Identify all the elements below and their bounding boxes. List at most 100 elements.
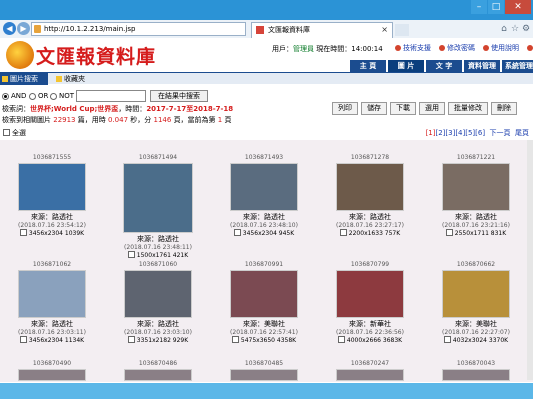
tab-system-management[interactable]: 系統管理 bbox=[502, 60, 533, 72]
image-card[interactable]: 1036871062 來源：路透社 (2018.07.16 23:03:11) 345… bbox=[8, 261, 96, 344]
support-link[interactable]: 技術支援 bbox=[395, 43, 431, 53]
image-card[interactable]: 1036871060 來源：路透社 (2018.07.16 23:03:10) 335… bbox=[114, 261, 202, 344]
new-tab-button[interactable] bbox=[395, 24, 409, 36]
image-thumbnail[interactable] bbox=[230, 270, 298, 318]
home-icon[interactable]: ⌂ bbox=[499, 24, 509, 34]
image-card[interactable]: 1036871493 來源：路透社 (2018.07.16 23:48:10) 345… bbox=[220, 154, 308, 237]
last-page-link[interactable]: 尾頁 bbox=[515, 129, 529, 137]
result-summary: 檢索到相關圖片 22913 篇，用時 0.047 秒，分 1146 頁，當前為第… bbox=[2, 116, 232, 124]
image-dimensions: 4000x2666 3683K bbox=[326, 336, 414, 344]
image-thumbnail[interactable] bbox=[230, 163, 298, 211]
favorites-folder-icon bbox=[56, 76, 62, 82]
image-select-checkbox[interactable] bbox=[443, 336, 451, 343]
image-thumbnail[interactable] bbox=[18, 270, 86, 318]
image-card[interactable]: 1036870486 bbox=[114, 360, 202, 381]
change-password-link[interactable]: 修改密碼 bbox=[439, 43, 475, 53]
image-select-checkbox[interactable] bbox=[445, 229, 453, 236]
image-select-checkbox[interactable] bbox=[127, 251, 135, 258]
image-source: 來源：美聯社 bbox=[243, 320, 285, 328]
maximize-button[interactable]: □ bbox=[488, 0, 504, 14]
image-card[interactable]: 1036870043 bbox=[432, 360, 520, 381]
gear-icon[interactable]: ⚙ bbox=[521, 24, 531, 34]
image-thumbnail[interactable] bbox=[18, 163, 86, 211]
forward-button[interactable]: ▶ bbox=[17, 22, 30, 35]
image-card[interactable]: 1036870662 來源：美聯社 (2018.07.16 22:27:07) 403… bbox=[432, 261, 520, 344]
image-thumbnail[interactable] bbox=[336, 163, 404, 211]
tab-text[interactable]: 文 字 bbox=[426, 60, 462, 72]
image-thumbnail[interactable] bbox=[442, 369, 510, 381]
page-link[interactable]: [2] bbox=[435, 129, 445, 137]
search-in-results-button[interactable]: 在結果中搜索 bbox=[150, 90, 208, 102]
image-card[interactable]: 1036870485 bbox=[220, 360, 308, 381]
image-select-checkbox[interactable] bbox=[337, 336, 345, 343]
browser-tab[interactable]: 文匯報資料庫 × bbox=[251, 22, 393, 38]
page-link[interactable]: [5] bbox=[465, 129, 475, 137]
minimize-button[interactable]: – bbox=[471, 0, 487, 14]
image-select-checkbox[interactable] bbox=[339, 229, 347, 236]
image-card[interactable]: 1036870247 bbox=[326, 360, 414, 381]
image-card[interactable]: 1036871221 來源：路透社 (2018.07.16 23:21:16) 255… bbox=[432, 154, 520, 237]
image-select-checkbox[interactable] bbox=[127, 336, 135, 343]
next-page-link[interactable]: 下一頁 bbox=[490, 129, 511, 137]
site-logo: 文匯報資料庫 bbox=[36, 46, 157, 68]
image-thumbnail[interactable] bbox=[124, 270, 192, 318]
tab-favicon-icon bbox=[256, 26, 264, 34]
image-thumbnail[interactable] bbox=[124, 369, 192, 381]
image-thumbnail[interactable] bbox=[123, 163, 193, 233]
image-card[interactable]: 1036871494 來源：路透社 (2018.07.16 23:48:11) 150… bbox=[114, 154, 202, 259]
radio-not[interactable] bbox=[50, 93, 57, 100]
subtab-favorites[interactable]: 收藏夾 bbox=[54, 73, 85, 85]
tab-data-management[interactable]: 資料管理 bbox=[464, 60, 500, 72]
image-select-checkbox[interactable] bbox=[233, 229, 241, 236]
image-select-checkbox[interactable] bbox=[231, 336, 239, 343]
image-card[interactable]: 1036870991 來源：美聯社 (2018.07.16 22:57:41) 547… bbox=[220, 261, 308, 344]
tab-close-icon[interactable]: × bbox=[381, 23, 388, 37]
page-scrollbar[interactable] bbox=[527, 140, 533, 380]
favorites-icon[interactable]: ☆ bbox=[510, 24, 520, 34]
radio-and[interactable] bbox=[2, 93, 9, 100]
select-all[interactable]: 全選 bbox=[3, 128, 26, 138]
delete-button[interactable]: 刪除 bbox=[491, 102, 517, 115]
image-thumbnail[interactable] bbox=[18, 369, 86, 381]
action-buttons: 列印 儲存 下載 選用 批量修改 刪除 bbox=[332, 102, 520, 115]
url-field[interactable]: http://10.1.2.213/main.jsp bbox=[31, 22, 246, 36]
image-card[interactable]: 1036870799 來源：新華社 (2018.07.16 22:36:56) 400… bbox=[326, 261, 414, 344]
tab-home[interactable]: 主 頁 bbox=[350, 60, 386, 72]
page-link[interactable]: [4] bbox=[455, 129, 465, 137]
search-input[interactable] bbox=[76, 90, 146, 102]
image-datetime: (2018.07.16 23:27:17) bbox=[336, 222, 404, 229]
image-source: 來源：美聯社 bbox=[455, 320, 497, 328]
address-bar: ◀ ▶ http://10.1.2.213/main.jsp 文匯報資料庫 × … bbox=[0, 20, 533, 38]
image-thumbnail[interactable] bbox=[336, 369, 404, 381]
logout-link[interactable]: 退出 bbox=[527, 43, 533, 53]
image-card[interactable]: 1036871555 來源：路透社 (2018.07.16 23:54:12) 345… bbox=[8, 154, 96, 237]
image-thumbnail[interactable] bbox=[230, 369, 298, 381]
select-button[interactable]: 選用 bbox=[419, 102, 445, 115]
image-id: 1036870991 bbox=[244, 261, 284, 268]
radio-or[interactable] bbox=[29, 93, 36, 100]
page-link[interactable]: [6] bbox=[475, 129, 485, 137]
image-thumbnail[interactable] bbox=[442, 163, 510, 211]
page-link[interactable]: [3] bbox=[445, 129, 455, 137]
subtab-image-search[interactable]: 圖片搜索 bbox=[0, 73, 48, 85]
image-select-checkbox[interactable] bbox=[19, 229, 27, 236]
save-button[interactable]: 儲存 bbox=[361, 102, 387, 115]
image-source: 來源：路透社 bbox=[455, 213, 497, 221]
tab-images[interactable]: 圖 片 bbox=[388, 60, 424, 72]
close-window-button[interactable]: ✕ bbox=[505, 0, 531, 14]
batch-edit-button[interactable]: 批量修改 bbox=[448, 102, 488, 115]
back-button[interactable]: ◀ bbox=[3, 22, 16, 35]
image-thumbnail[interactable] bbox=[336, 270, 404, 318]
help-link[interactable]: 使用說明 bbox=[483, 43, 519, 53]
print-button[interactable]: 列印 bbox=[332, 102, 358, 115]
select-all-checkbox[interactable] bbox=[3, 129, 10, 136]
download-button[interactable]: 下載 bbox=[390, 102, 416, 115]
image-card[interactable]: 1036871278 來源：路透社 (2018.07.16 23:27:17) 220… bbox=[326, 154, 414, 237]
image-select-checkbox[interactable] bbox=[19, 336, 27, 343]
image-dimensions: 3351x2182 929K bbox=[114, 336, 202, 344]
image-search-icon bbox=[2, 76, 8, 82]
image-card[interactable]: 1036870490 bbox=[8, 360, 96, 381]
user-name: 管理員 bbox=[293, 45, 314, 53]
page-link[interactable]: [1] bbox=[426, 129, 436, 137]
image-thumbnail[interactable] bbox=[442, 270, 510, 318]
